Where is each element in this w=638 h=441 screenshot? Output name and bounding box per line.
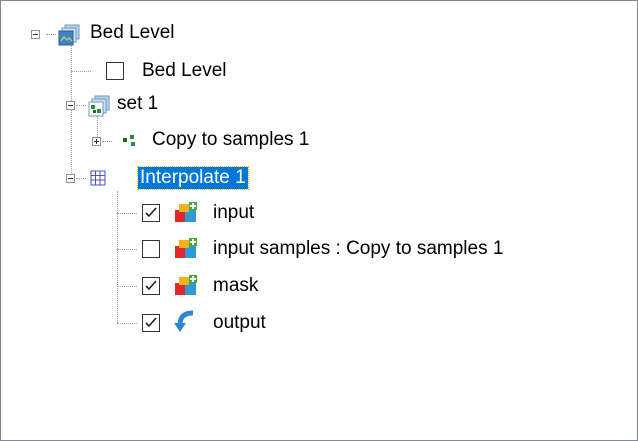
stack-layers-icon — [58, 23, 82, 52]
tree-view-panel[interactable]: Bed Level Bed Level set 1 Copy to sample… — [0, 0, 638, 441]
tree-line — [76, 105, 86, 106]
tree-node-label: Interpolate 1 — [137, 166, 249, 190]
tree-line — [117, 249, 137, 250]
arrow-return-icon — [173, 309, 199, 340]
blocks-plus-icon — [173, 235, 199, 266]
checkbox[interactable] — [142, 240, 160, 258]
checkbox[interactable] — [142, 277, 160, 295]
tree-line — [71, 41, 72, 181]
blocks-plus-icon — [173, 199, 199, 230]
tree-node-label: Bed Level — [90, 22, 175, 43]
tree-node-label: mask — [213, 275, 259, 296]
expand-toggle[interactable] — [92, 137, 101, 146]
collapse-toggle[interactable] — [31, 30, 40, 39]
tree-line — [117, 323, 137, 324]
tree-line — [46, 34, 56, 35]
tree-node-label: Copy to samples 1 — [152, 129, 310, 150]
checkbox[interactable] — [106, 62, 124, 80]
collapse-toggle[interactable] — [66, 174, 75, 183]
samples-icon — [121, 133, 141, 156]
collapse-toggle[interactable] — [66, 101, 75, 110]
tree-line — [117, 286, 137, 287]
tree-line — [71, 71, 91, 72]
tree-node-label: input samples : Copy to samples 1 — [213, 238, 504, 259]
tree-line — [117, 191, 118, 323]
tree-node-label: output — [213, 312, 266, 333]
grid-icon — [89, 169, 107, 192]
checkbox[interactable] — [142, 314, 160, 332]
tree-node-label: set 1 — [117, 93, 159, 114]
tree-line — [76, 178, 86, 179]
tree-line — [102, 141, 112, 142]
blocks-plus-icon — [173, 272, 199, 303]
tree-node-label: input — [213, 202, 255, 223]
tree-line — [117, 213, 137, 214]
stack-layers-icon — [88, 94, 112, 123]
tree-node-label: Bed Level — [142, 60, 227, 81]
checkbox[interactable] — [142, 204, 160, 222]
